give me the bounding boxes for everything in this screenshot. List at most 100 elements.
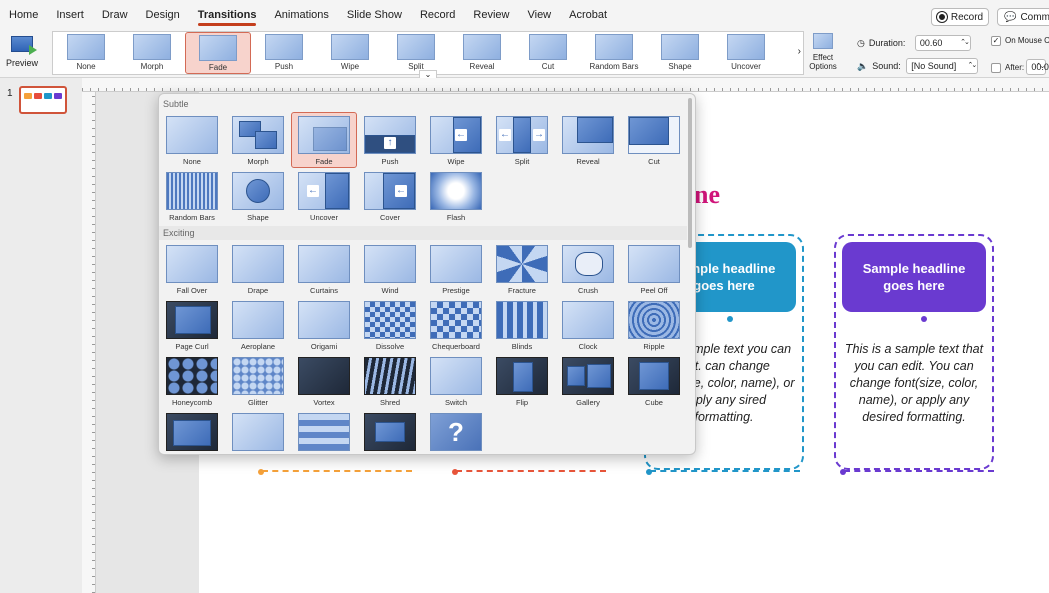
after-label: After: (1005, 63, 1025, 72)
slide-thumbnail[interactable] (19, 86, 67, 114)
comments-button[interactable]: 💬 Comme (997, 8, 1049, 26)
transition-random-bars[interactable]: Random Bars (161, 169, 223, 223)
transition-wind[interactable]: Wind (359, 242, 421, 296)
gallery-item-morph[interactable]: Morph (119, 32, 185, 74)
transition-curtains[interactable]: Curtains (293, 242, 355, 296)
tab-view[interactable]: View (518, 0, 560, 30)
transition-wipe[interactable]: ← Wipe (425, 113, 487, 167)
transition-push[interactable]: ↑ Push (359, 113, 421, 167)
after-checkbox[interactable] (991, 62, 1001, 73)
sample-card-purple[interactable]: Sample headline goes here This is a samp… (834, 234, 994, 470)
transition-shape[interactable]: Shape (227, 169, 289, 223)
tab-insert[interactable]: Insert (47, 0, 93, 30)
card-body-text: This is a sample text that you can edit.… (844, 342, 984, 424)
slide-title[interactable]: ne (694, 180, 720, 210)
tab-draw[interactable]: Draw (93, 0, 137, 30)
transition-ripple[interactable]: Ripple (623, 298, 685, 352)
tab-record[interactable]: Record (411, 0, 464, 30)
tab-transitions[interactable]: Transitions (189, 0, 266, 30)
tab-animations[interactable]: Animations (265, 0, 337, 30)
split-thumb-icon: ← → (496, 116, 548, 154)
push-thumb-icon: ↑ (364, 116, 416, 154)
after-stepper[interactable]: 00.0 (1026, 59, 1049, 75)
transition-vortex[interactable]: Vortex (293, 354, 355, 408)
on-mouse-click-checkbox[interactable]: ✓ (991, 36, 1001, 46)
transition-random[interactable]: ? (425, 410, 487, 454)
scrollbar-thumb[interactable] (688, 98, 692, 248)
random-bars-thumb-icon (595, 34, 633, 60)
gallery-thumb-icon (562, 357, 614, 395)
gallery-item-push[interactable]: Push (251, 32, 317, 74)
transition-cover[interactable]: ← Cover (359, 169, 421, 223)
gallery-item-uncover[interactable]: Uncover (713, 32, 779, 74)
transition-split[interactable]: ← → Split (491, 113, 553, 167)
transition-comb[interactable] (293, 410, 355, 454)
transition-fall-over[interactable]: Fall Over (161, 242, 223, 296)
card-headline: Sample headline goes here (842, 242, 986, 312)
transition-flip[interactable]: Flip (491, 354, 553, 408)
transition-label: Curtains (310, 286, 338, 295)
wind-thumb-icon (364, 245, 416, 283)
none-thumb-icon (166, 116, 218, 154)
transition-peel-off[interactable]: Peel Off (623, 242, 685, 296)
transition-page-curl[interactable]: Page Curl (161, 298, 223, 352)
transition-honeycomb[interactable]: Honeycomb (161, 354, 223, 408)
chevron-right-icon[interactable]: › (798, 46, 801, 57)
tab-design[interactable]: Design (137, 0, 189, 30)
transition-shred[interactable]: Shred (359, 354, 421, 408)
transition-gallery[interactable]: Gallery (557, 354, 619, 408)
comments-label: Comme (1020, 11, 1049, 23)
transition-doors[interactable] (227, 410, 289, 454)
transition-origami[interactable]: Origami (293, 298, 355, 352)
connector-line-orange (262, 458, 412, 472)
transition-box[interactable] (161, 410, 223, 454)
gallery-item-fade[interactable]: Fade (185, 32, 251, 74)
effect-options-button[interactable]: Effect Options (806, 31, 840, 77)
transition-label: Shred (379, 398, 400, 407)
tab-review[interactable]: Review (464, 0, 518, 30)
gallery-item-wipe[interactable]: Wipe (317, 32, 383, 74)
gallery-item-random-bars[interactable]: Random Bars (581, 32, 647, 74)
tab-acrobat[interactable]: Acrobat (560, 0, 616, 30)
gallery-item-cut[interactable]: Cut (515, 32, 581, 74)
transition-blinds[interactable]: Blinds (491, 298, 553, 352)
shred-thumb-icon (364, 357, 416, 395)
tab-slide-show[interactable]: Slide Show (338, 0, 411, 30)
popup-scrollbar[interactable] (687, 98, 693, 452)
sound-select[interactable]: [No Sound] (906, 58, 979, 74)
transition-reveal[interactable]: Reveal (557, 113, 619, 167)
transition-none[interactable]: None (161, 113, 223, 167)
transition-morph[interactable]: Morph (227, 113, 289, 167)
transition-uncover[interactable]: ← Uncover (293, 169, 355, 223)
transition-cut[interactable]: Cut (623, 113, 685, 167)
peel-off-thumb-icon (628, 245, 680, 283)
transition-chequerboard[interactable]: Chequerboard (425, 298, 487, 352)
slide-thumbnail-pane: 1 (0, 78, 82, 593)
transition-clock[interactable]: Clock (557, 298, 619, 352)
transition-aeroplane[interactable]: Aeroplane (227, 298, 289, 352)
gallery-item-shape[interactable]: Shape (647, 32, 713, 74)
reveal-thumb-icon (463, 34, 501, 60)
transition-prestige[interactable]: Prestige (425, 242, 487, 296)
preview-button[interactable]: Preview (6, 32, 38, 74)
gallery-item-split[interactable]: Split (383, 32, 449, 74)
question-mark-icon: ? (430, 413, 482, 451)
tab-home[interactable]: Home (0, 0, 47, 30)
transition-crush[interactable]: Crush (557, 242, 619, 296)
transition-dissolve[interactable]: Dissolve (359, 298, 421, 352)
gallery-item-reveal[interactable]: Reveal (449, 32, 515, 74)
transition-flash[interactable]: Flash (425, 169, 487, 223)
transition-switch[interactable]: Switch (425, 354, 487, 408)
record-button[interactable]: Record (931, 8, 989, 26)
gallery-item-none[interactable]: None (53, 32, 119, 74)
transition-glitter[interactable]: Glitter (227, 354, 289, 408)
duration-stepper[interactable]: 00.60 (914, 35, 971, 51)
transition-fade[interactable]: Fade (291, 112, 357, 168)
transition-drape[interactable]: Drape (227, 242, 289, 296)
transition-fracture[interactable]: Fracture (491, 242, 553, 296)
transition-cube[interactable]: Cube (623, 354, 685, 408)
transition-label: Origami (310, 342, 338, 351)
transition-zoom[interactable] (359, 410, 421, 454)
subtle-section-label: Subtle (163, 99, 189, 109)
connector-line-purple (844, 458, 994, 472)
